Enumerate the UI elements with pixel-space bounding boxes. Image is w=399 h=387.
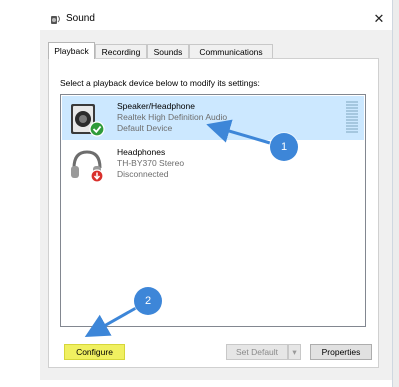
background-window-edge: [392, 0, 399, 387]
instruction-text: Select a playback device below to modify…: [60, 78, 260, 88]
tab-sounds[interactable]: Sounds: [147, 44, 189, 58]
tab-communications[interactable]: Communications: [189, 44, 273, 58]
speaker-icon: [51, 15, 60, 24]
device-status: Default Device: [117, 123, 173, 133]
tab-playback[interactable]: Playback: [48, 42, 95, 59]
device-name: Speaker/Headphone: [117, 101, 195, 111]
speaker-device-icon: [71, 104, 105, 137]
check-badge-icon: [89, 121, 105, 137]
set-default-dropdown[interactable]: ▾: [288, 344, 301, 360]
device-speaker-headphone[interactable]: Speaker/Headphone Realtek High Definitio…: [62, 96, 364, 140]
device-headphones[interactable]: Headphones TH-BY370 Stereo Disconnected: [62, 142, 364, 186]
properties-button[interactable]: Properties: [310, 344, 372, 360]
device-driver: TH-BY370 Stereo: [117, 158, 185, 168]
title-bar[interactable]: Sound ✕: [40, 8, 392, 30]
close-button[interactable]: ✕: [370, 10, 388, 28]
device-status: Disconnected: [117, 169, 169, 179]
headphones-device-icon: [71, 150, 104, 183]
device-name: Headphones: [117, 147, 166, 157]
callout-badge-2: 2: [134, 287, 162, 315]
configure-button[interactable]: Configure: [64, 344, 125, 360]
set-default-button[interactable]: Set Default: [226, 344, 288, 360]
playback-panel: Select a playback device below to modify…: [48, 58, 379, 368]
device-driver: Realtek High Definition Audio: [117, 112, 228, 122]
callout-badge-1: 1: [270, 133, 298, 161]
close-icon: ✕: [373, 11, 385, 26]
chevron-down-icon: ▾: [292, 347, 297, 357]
sound-dialog: Sound ✕ Playback Recording Sounds Commun…: [40, 8, 392, 380]
tab-recording[interactable]: Recording: [95, 44, 147, 58]
window-title: Sound: [66, 13, 95, 24]
device-list[interactable]: Speaker/Headphone Realtek High Definitio…: [60, 94, 366, 327]
volume-level-meter: [346, 101, 358, 135]
